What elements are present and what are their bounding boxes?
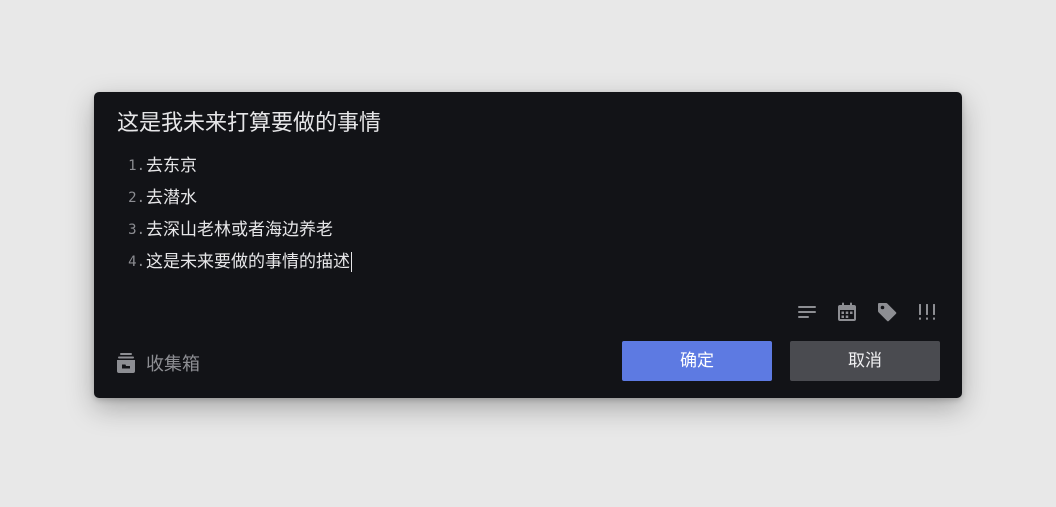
tag-icon bbox=[878, 303, 897, 322]
list-item-text: 这是未来要做的事情的描述 bbox=[146, 252, 350, 272]
list-number: 2. bbox=[128, 190, 145, 206]
description-button[interactable] bbox=[794, 300, 820, 324]
list-number: 3. bbox=[128, 222, 145, 238]
calendar-icon bbox=[838, 302, 856, 321]
list-item-text: 去潜水 bbox=[146, 188, 197, 208]
confirm-button[interactable]: 确定 bbox=[622, 341, 772, 381]
description-list-item[interactable]: 1. 去东京 bbox=[117, 150, 352, 182]
task-title-input[interactable]: 这是我未来打算要做的事情 bbox=[117, 110, 381, 138]
list-item-text: 去东京 bbox=[146, 156, 197, 176]
project-label: 收集箱 bbox=[146, 354, 200, 375]
list-number: 1. bbox=[128, 158, 145, 174]
quick-add-dialog: 这是我未来打算要做的事情 1. 去东京 2. 去潜水 3. 去深山老林或者海边养… bbox=[94, 92, 962, 398]
description-list-item[interactable]: 3. 去深山老林或者海边养老 bbox=[117, 214, 352, 246]
tag-button[interactable] bbox=[874, 300, 900, 324]
task-description-editor[interactable]: 1. 去东京 2. 去潜水 3. 去深山老林或者海边养老 4. 这是未来要做的事… bbox=[117, 150, 352, 278]
due-date-button[interactable] bbox=[834, 300, 860, 324]
description-list-item[interactable]: 4. 这是未来要做的事情的描述 bbox=[117, 246, 352, 278]
cancel-button[interactable]: 取消 bbox=[790, 341, 940, 381]
list-number: 4. bbox=[128, 254, 145, 270]
task-toolbar bbox=[794, 300, 940, 324]
description-list-item[interactable]: 2. 去潜水 bbox=[117, 182, 352, 214]
project-selector[interactable]: 收集箱 bbox=[116, 350, 200, 376]
priority-button[interactable] bbox=[914, 300, 940, 324]
list-item-text: 去深山老林或者海边养老 bbox=[146, 220, 333, 240]
priority-icon bbox=[919, 304, 935, 320]
text-caret bbox=[351, 252, 352, 272]
description-icon bbox=[798, 306, 816, 318]
inbox-icon bbox=[117, 353, 135, 373]
